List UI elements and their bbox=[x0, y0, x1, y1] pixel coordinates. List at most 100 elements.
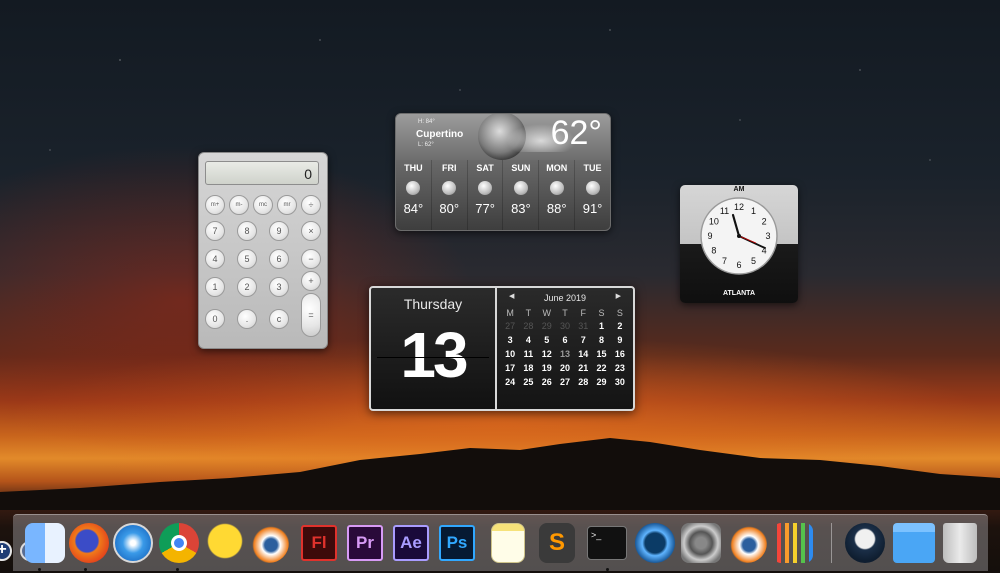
calendar-day-header: S bbox=[616, 308, 623, 318]
calendar-day-cell[interactable]: 29 bbox=[538, 320, 556, 332]
calendar-day-cell[interactable]: 20 bbox=[556, 362, 574, 374]
clock-numeral: 8 bbox=[711, 246, 716, 256]
notes-icon[interactable] bbox=[491, 523, 525, 563]
calendar-day-cell[interactable]: 28 bbox=[519, 320, 537, 332]
calendar-day-cell[interactable]: 31 bbox=[574, 320, 592, 332]
calendar-day-cell[interactable]: 12 bbox=[538, 348, 556, 360]
calendar-day-cell[interactable]: 17 bbox=[501, 362, 519, 374]
calc-multiply-button[interactable]: × bbox=[301, 221, 321, 241]
calendar-day-cell[interactable]: 13 bbox=[556, 348, 574, 360]
blender-icon[interactable] bbox=[249, 523, 289, 563]
calendar-fold-line bbox=[377, 357, 489, 358]
calculator-widget[interactable]: 0 m+ m- mc mr ÷ 7 8 9 × 4 5 6 − 1 2 3 + … bbox=[198, 152, 328, 349]
dock-separator bbox=[831, 523, 832, 563]
calc-8-button[interactable]: 8 bbox=[237, 221, 257, 241]
calendar-day-cell[interactable]: 27 bbox=[556, 376, 574, 388]
calc-mr-button[interactable]: mr bbox=[277, 195, 297, 215]
calc-9-button[interactable]: 9 bbox=[269, 221, 289, 241]
cyberduck-icon[interactable] bbox=[205, 523, 245, 563]
user-avatar-icon[interactable] bbox=[845, 523, 885, 563]
trash-icon[interactable] bbox=[943, 523, 977, 563]
weather-current-temp: 62° bbox=[550, 114, 602, 152]
calendar-day-cell[interactable]: 29 bbox=[592, 376, 610, 388]
calendar-day-cell[interactable]: 27 bbox=[501, 320, 519, 332]
weather-low: L: 62° bbox=[418, 142, 434, 148]
world-clock-widget[interactable]: AM 12 1 2 3 4 5 6 7 8 9 10 11 ATLANTA bbox=[680, 185, 798, 303]
premiere-icon[interactable]: Pr bbox=[347, 525, 383, 561]
calendar-widget[interactable]: Thursday 13 ◀ June 2019 ▶ M T W T F S S 27 28 29 3… bbox=[369, 286, 635, 411]
calc-m-minus-button[interactable]: m- bbox=[229, 195, 249, 215]
calc-0-button[interactable]: 0 bbox=[205, 309, 225, 329]
calendar-day-cell[interactable]: 2 bbox=[611, 320, 629, 332]
calendar-day-cell[interactable]: 3 bbox=[501, 334, 519, 346]
safari-icon[interactable] bbox=[113, 523, 153, 563]
calendar-empty-cell bbox=[519, 390, 537, 402]
calendar-day-cell[interactable]: 14 bbox=[574, 348, 592, 360]
calendar-next-icon[interactable]: ▶ bbox=[616, 292, 621, 300]
calendar-day-cell[interactable]: 8 bbox=[592, 334, 610, 346]
firefox-icon[interactable] bbox=[69, 523, 109, 563]
calendar-day-cell[interactable]: 6 bbox=[556, 334, 574, 346]
calendar-day-header: W bbox=[542, 308, 551, 318]
photoshop-icon[interactable]: Ps bbox=[439, 525, 475, 561]
calc-mc-button[interactable]: mc bbox=[253, 195, 273, 215]
calc-3-button[interactable]: 3 bbox=[269, 277, 289, 297]
sublime-text-icon[interactable]: S bbox=[539, 523, 575, 563]
calendar-day-cell[interactable]: 25 bbox=[519, 376, 537, 388]
calc-5-button[interactable]: 5 bbox=[237, 249, 257, 269]
calendar-day-cell[interactable]: 30 bbox=[611, 376, 629, 388]
calendar-day-cell[interactable]: 16 bbox=[611, 348, 629, 360]
calc-m-plus-button[interactable]: m+ bbox=[205, 195, 225, 215]
flash-icon[interactable]: Fl bbox=[301, 525, 337, 561]
activity-monitor-icon[interactable] bbox=[773, 523, 813, 563]
calc-plus-button[interactable]: + bbox=[301, 271, 321, 291]
calendar-empty-cell bbox=[574, 404, 592, 409]
calc-decimal-button[interactable]: . bbox=[237, 309, 257, 329]
calendar-day-cell[interactable]: 5 bbox=[538, 334, 556, 346]
calendar-day-cell[interactable]: 19 bbox=[538, 362, 556, 374]
finder-icon[interactable] bbox=[25, 523, 65, 563]
calendar-month-panel: ◀ June 2019 ▶ M T W T F S S 27 28 29 30 31 1 2 3 4 5 6 7 8 9… bbox=[497, 288, 633, 409]
calc-minus-button[interactable]: − bbox=[301, 249, 321, 269]
terminal-icon[interactable]: >_ bbox=[587, 526, 627, 560]
calendar-day-cell[interactable]: 24 bbox=[501, 376, 519, 388]
blender-icon[interactable] bbox=[727, 523, 767, 563]
weather-current-panel: H: 84° Cupertino L: 62° 62° bbox=[396, 114, 610, 160]
calendar-day-cell[interactable]: 15 bbox=[592, 348, 610, 360]
calc-7-button[interactable]: 7 bbox=[205, 221, 225, 241]
calc-clear-button[interactable]: c bbox=[269, 309, 289, 329]
calendar-day-cell[interactable]: 28 bbox=[574, 376, 592, 388]
calendar-day-header: S bbox=[598, 308, 605, 318]
calc-2-button[interactable]: 2 bbox=[237, 277, 257, 297]
moon-icon bbox=[406, 181, 421, 195]
calendar-day-cell[interactable]: 9 bbox=[611, 334, 629, 346]
calendar-day-cell[interactable]: 7 bbox=[574, 334, 592, 346]
calendar-day-header: T bbox=[525, 308, 532, 318]
calendar-day-cell[interactable]: 21 bbox=[574, 362, 592, 374]
weather-widget[interactable]: H: 84° Cupertino L: 62° 62° THU 84° FRI … bbox=[395, 113, 611, 231]
calendar-day-cell[interactable]: 11 bbox=[519, 348, 537, 360]
calendar-day-cell[interactable]: 18 bbox=[519, 362, 537, 374]
calendar-day-cell[interactable]: 1 bbox=[592, 320, 610, 332]
calendar-day-header: M bbox=[506, 308, 514, 318]
system-preferences-icon[interactable] bbox=[681, 523, 721, 563]
calc-equals-button[interactable]: = bbox=[301, 293, 321, 337]
applications-folder-icon[interactable] bbox=[893, 523, 935, 563]
moon-icon bbox=[513, 181, 528, 195]
quicktime-icon[interactable] bbox=[635, 523, 675, 563]
calendar-day-cell[interactable]: 23 bbox=[611, 362, 629, 374]
calc-4-button[interactable]: 4 bbox=[205, 249, 225, 269]
chrome-icon[interactable] bbox=[159, 523, 199, 563]
calendar-empty-cell bbox=[611, 390, 629, 402]
calc-1-button[interactable]: 1 bbox=[205, 277, 225, 297]
calc-6-button[interactable]: 6 bbox=[269, 249, 289, 269]
calendar-day-cell[interactable]: 4 bbox=[519, 334, 537, 346]
calc-divide-button[interactable]: ÷ bbox=[301, 195, 321, 215]
calendar-day-cell[interactable]: 26 bbox=[538, 376, 556, 388]
calendar-day-cell[interactable]: 30 bbox=[556, 320, 574, 332]
calendar-empty-cell bbox=[574, 390, 592, 402]
calendar-day-cell[interactable]: 10 bbox=[501, 348, 519, 360]
clock-numeral: 12 bbox=[734, 202, 744, 212]
after-effects-icon[interactable]: Ae bbox=[393, 525, 429, 561]
calendar-day-cell[interactable]: 22 bbox=[592, 362, 610, 374]
